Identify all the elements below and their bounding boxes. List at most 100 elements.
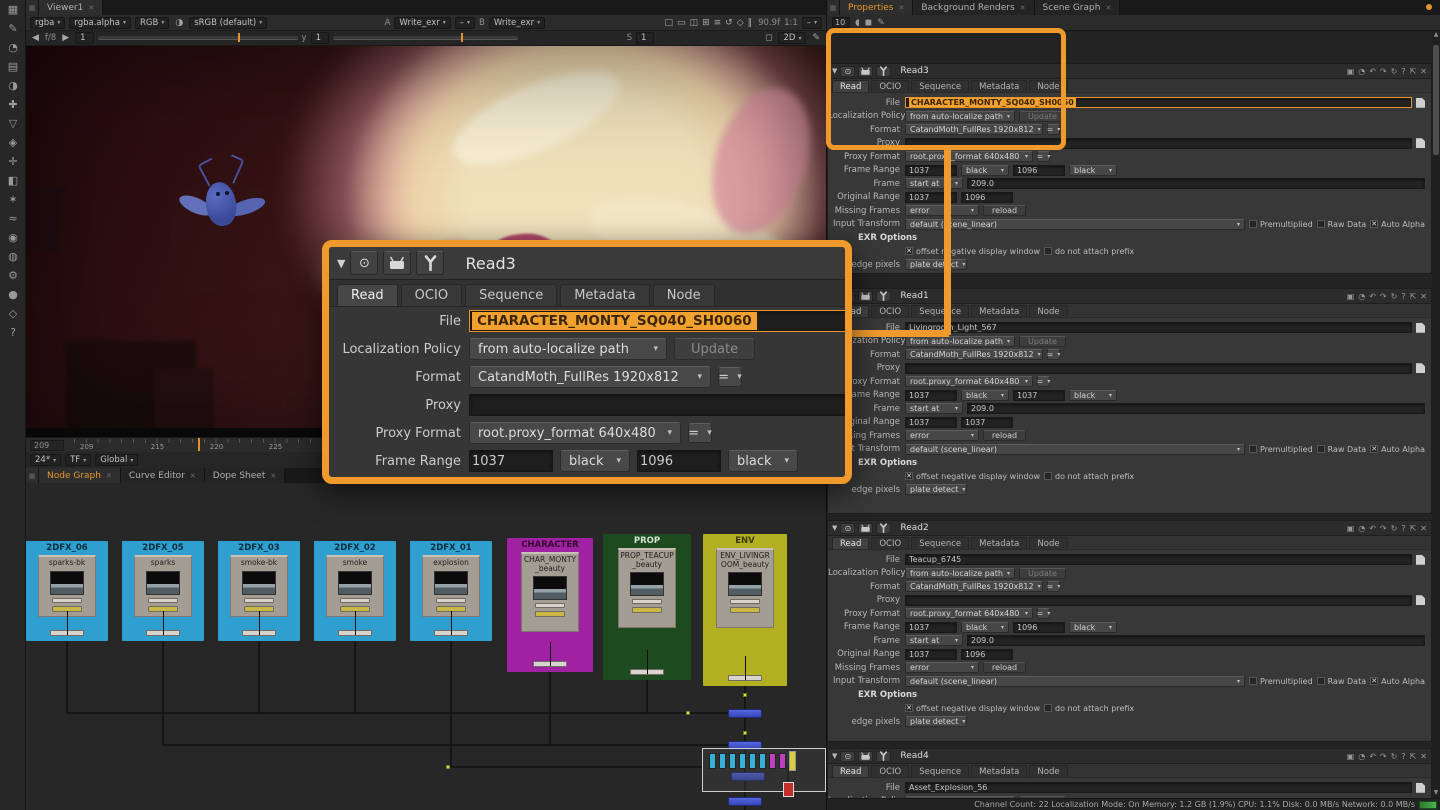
format-select[interactable]: CatandMoth_FullRes 1920x812 [469,366,711,388]
pane-grip-icon[interactable]: ▦ [26,468,39,483]
read-node-sparks[interactable]: sparks [134,555,192,617]
undo-icon[interactable]: ↶ [1369,67,1376,76]
float-panel-icon[interactable]: ⇱ [1410,67,1417,76]
gamma-slider[interactable] [333,36,518,40]
premultiplied-checkbox[interactable]: Premultiplied [1249,677,1313,686]
proxy-format-select[interactable]: root.proxy_format 640x480 [905,376,1033,387]
transform-node-icon[interactable]: ✛ [0,152,26,171]
file-input[interactable]: CHARACTER_MONTY_SQ040_SH0060 [469,310,852,332]
revert-icon[interactable]: ↻ [1391,752,1398,761]
read-node-char_monty_beauty[interactable]: CHAR_MONTY_beauty [521,552,579,632]
read-node-prop_teacup_beauty[interactable]: PROP_TEACUP_beauty [618,548,676,628]
mini-node[interactable] [719,753,726,769]
file-browse-icon[interactable] [1416,555,1425,565]
tab-metadata[interactable]: Metadata [971,537,1027,549]
edge-pixels-select[interactable]: plate detect [905,259,967,270]
backdrop-2dfx_05[interactable]: 2DFX_05sparks [122,541,204,641]
dot-node[interactable] [436,598,466,603]
help-node-icon[interactable]: ? [0,323,26,342]
particles-node-icon[interactable]: ✶ [0,190,26,209]
frame-range-end-mode-select[interactable]: black [1069,165,1117,176]
auto-alpha-checkbox[interactable]: ✕Auto Alpha [1370,445,1425,454]
frame-value-input[interactable]: 209.0 [967,635,1425,646]
next-keyframe-icon[interactable]: ▶ [60,33,71,43]
premultiplied-checkbox[interactable]: Premultiplied [1249,445,1313,454]
tab-read[interactable]: Read [832,765,869,777]
input-transform-select[interactable]: default (scene_linear) [905,444,1245,455]
revert-icon[interactable]: ↻ [1391,524,1398,533]
frame-range-end-mode-select[interactable]: black [1069,622,1117,633]
file-input[interactable]: Livingroom_Light_567 [905,322,1412,333]
mini-node[interactable] [709,753,716,769]
mini-node[interactable] [749,753,756,769]
reload-button[interactable]: reload [983,662,1026,673]
frame-range-source-select[interactable]: Global [95,454,138,466]
set-format-button[interactable]: = [1047,581,1060,592]
node-color-button[interactable] [416,251,444,275]
frame-mode-select[interactable]: start at [905,403,963,414]
redo-icon[interactable]: ↷ [1380,524,1387,533]
wire-dot-node[interactable] [686,711,690,715]
original-range-end-input[interactable]: 1096 [961,649,1013,660]
gain-slider[interactable] [98,36,298,40]
tab-curve-editor[interactable]: Curve Editor✕ [121,468,205,483]
raw-data-checkbox[interactable]: Raw Data [1317,677,1366,686]
premultiplied-checkbox[interactable]: Premultiplied [1249,220,1313,229]
tab-node[interactable]: Node [1029,537,1067,549]
stamp-toggle-icon[interactable]: ▣ [1347,292,1355,301]
no-prefix-checkbox[interactable]: do not attach prefix [1044,472,1134,481]
tab-node-graph[interactable]: Node Graph✕ [39,468,121,483]
node-indicator-button[interactable]: ⊙ [840,523,855,534]
tab-node[interactable]: Node [653,284,715,306]
frame-value-input[interactable]: 209.0 [967,178,1425,189]
views-node-icon[interactable]: ◉ [0,228,26,247]
mini-node[interactable] [769,753,776,769]
tab-metadata[interactable]: Metadata [560,284,650,306]
backdrop-2dfx_01[interactable]: 2DFX_01explosion [410,541,492,641]
wipe-icon[interactable]: ◫ [688,18,701,28]
wire-dot-node[interactable] [743,731,747,735]
frame-range-end-mode-select[interactable]: black [728,450,798,472]
input-b-select[interactable]: Write_exr [489,17,545,29]
raw-data-checkbox[interactable]: Raw Data [1317,445,1366,454]
file-input[interactable]: Asset_Explosion_56 [905,782,1412,793]
tab-ocio[interactable]: OCIO [871,537,909,549]
tab-viewer1[interactable]: Viewer1 ✕ [39,0,103,15]
gamma-input[interactable]: 1 [311,32,329,44]
image-node-icon[interactable]: ▦ [0,0,26,19]
missing-frames-select[interactable]: error [905,205,979,216]
frame-mode-select[interactable]: start at [905,178,963,189]
frame-range-start-input[interactable]: 1037 [469,450,553,472]
missing-frames-select[interactable]: error [905,662,979,673]
mini-node[interactable] [739,753,746,769]
help-icon[interactable]: ? [1401,524,1405,533]
timeline-playhead[interactable] [198,438,200,451]
frame-range-start-mode-select[interactable]: black [560,450,630,472]
tab-node[interactable]: Node [1029,305,1067,317]
help-icon[interactable]: ? [1401,752,1405,761]
monitor-out-icon[interactable]: ⊞ [700,18,712,28]
backdrop-2dfx_03[interactable]: 2DFX_03smoke-bk [218,541,300,641]
tab-node[interactable]: Node [1029,765,1067,777]
auto-alpha-checkbox[interactable]: ✕Auto Alpha [1370,220,1425,229]
no-prefix-checkbox[interactable]: do not attach prefix [1044,247,1134,256]
file-browse-icon[interactable] [1416,98,1425,108]
frame-range-end-input[interactable]: 1037 [1013,390,1065,401]
timeline-mode-select[interactable]: TF [65,454,91,466]
time-node-icon[interactable]: ◔ [0,38,26,57]
tab-background-renders[interactable]: Background Renders✕ [913,0,1034,15]
dot-node[interactable] [244,598,274,603]
dot-node[interactable] [148,598,178,603]
offset-negative-checkbox[interactable]: ✕offset negative display window [905,247,1040,256]
set-format-button[interactable]: = [1047,349,1060,360]
reload-button[interactable]: reload [983,430,1026,441]
proxy-input[interactable] [469,394,852,416]
pause-icon[interactable]: ‖ [746,18,755,28]
float-panel-icon[interactable]: ⇱ [1410,524,1417,533]
format-select[interactable]: CatandMoth_FullRes 1920x812 [905,581,1043,592]
no-prefix-checkbox[interactable]: do not attach prefix [1044,704,1134,713]
undo-icon[interactable]: ↶ [1369,524,1376,533]
dot-node[interactable] [632,599,662,604]
proxy-input[interactable] [905,363,1412,374]
properties-scrollbar[interactable]: ▲ ▼ [1432,31,1440,798]
